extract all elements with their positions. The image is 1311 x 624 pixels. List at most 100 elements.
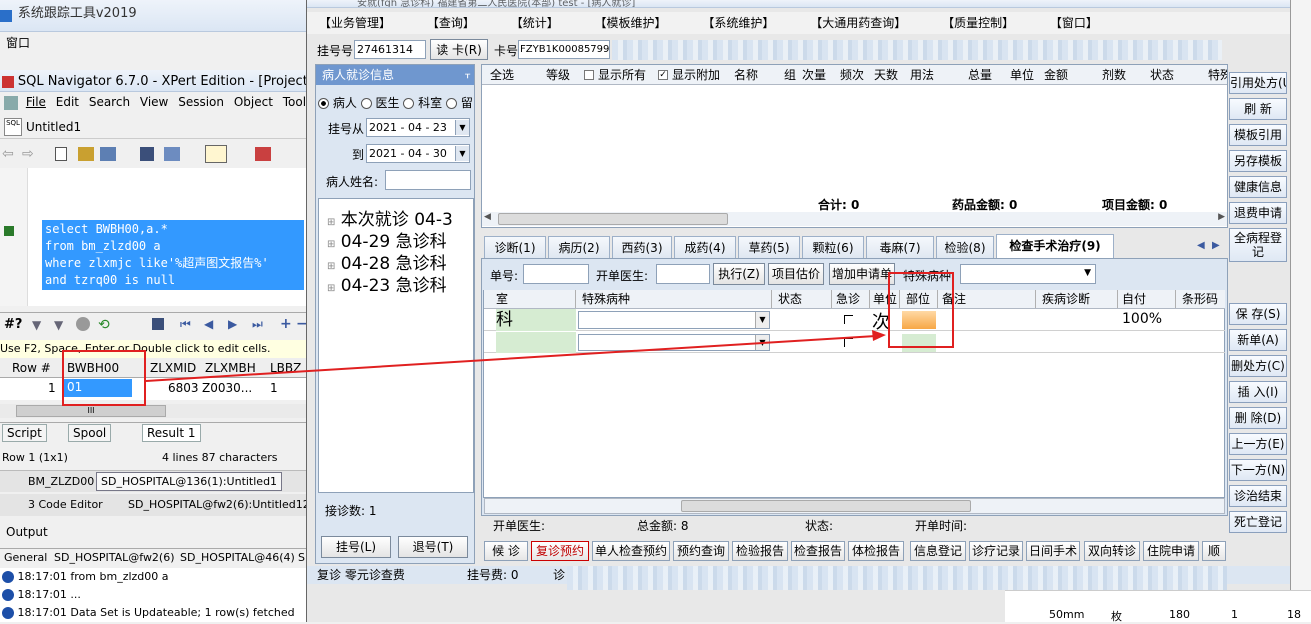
radio-dept-icon[interactable]	[403, 98, 415, 109]
info-register-button[interactable]: 信息登记	[910, 541, 966, 561]
urgent-checkbox-icon[interactable]	[844, 315, 853, 324]
output-tab-general[interactable]: General	[4, 551, 47, 564]
format-icon[interactable]	[205, 145, 227, 163]
exam-row-2[interactable]: ▼	[484, 332, 1225, 353]
tree-expand-icon[interactable]: ⊞	[327, 283, 335, 294]
filter-icon[interactable]: ▼	[32, 318, 41, 332]
date-from-dropdown-icon[interactable]: ▼	[455, 120, 469, 135]
estimate-button[interactable]: 项目估价	[768, 263, 824, 285]
tab-granule[interactable]: 颗粒(6)	[802, 236, 864, 258]
patient-name-input[interactable]	[385, 170, 471, 190]
special-disease-select[interactable]: ▼	[960, 264, 1096, 284]
radio-stay-icon[interactable]	[446, 98, 458, 109]
exam-row-dept[interactable]: 科	[496, 309, 576, 331]
grid-scroll-thumb[interactable]: III	[16, 405, 166, 417]
exam-row-selfpay[interactable]: 100%	[1122, 311, 1162, 327]
radio-stay-label[interactable]: 留	[461, 96, 473, 110]
exam-h-scrollbar[interactable]	[484, 498, 1225, 514]
save-result-icon[interactable]	[152, 318, 164, 330]
full-course-register-button[interactable]: 全病程登记	[1229, 228, 1287, 262]
tab-western-med[interactable]: 西药(3)	[612, 236, 672, 258]
physical-report-button[interactable]: 体检报告	[848, 541, 904, 561]
save-button[interactable]: 保 存(S)	[1229, 303, 1287, 325]
next-record-icon[interactable]: ▶	[228, 317, 237, 331]
menu-view[interactable]: View	[140, 95, 168, 109]
card-input[interactable]: FZYB1K00085799	[518, 40, 610, 59]
prev-record-icon[interactable]: ◀	[204, 317, 213, 331]
exam-scroll-thumb[interactable]	[681, 500, 971, 512]
menu-business[interactable]: 【业务管理】	[319, 16, 391, 30]
menu-window[interactable]: 【窗口】	[1050, 16, 1098, 30]
exam-special-dropdown-icon[interactable]: ▼	[755, 312, 769, 328]
guahao-input[interactable]: 27461314	[354, 40, 426, 59]
health-info-button[interactable]: 健康信息	[1229, 176, 1287, 198]
followup-appt-button[interactable]: 复诊预约	[531, 541, 589, 561]
exam-row-1[interactable]: 科 ▼ 次 100%	[484, 309, 1225, 333]
task-code-editor[interactable]: 3 Code Editor	[28, 498, 103, 511]
run-icon[interactable]	[255, 147, 271, 161]
rx-header-selectall[interactable]: 全选	[490, 65, 514, 84]
pin-icon[interactable]: ᚁ	[465, 65, 470, 85]
menu-tools[interactable]: Tools	[283, 95, 306, 109]
doctor-input[interactable]	[656, 264, 710, 284]
filter-clear-icon[interactable]: ▼	[54, 318, 63, 332]
grid-header-lbbz[interactable]: LBBZ	[270, 361, 301, 375]
exam-row2-dropdown-icon[interactable]: ▼	[755, 335, 769, 350]
menu-session[interactable]: Session	[178, 95, 224, 109]
next-more-button[interactable]: 顺	[1202, 541, 1226, 561]
refund-request-button[interactable]: 退费申请	[1229, 202, 1287, 224]
refresh-button[interactable]: 刷 新	[1229, 98, 1287, 120]
tab-patent-med[interactable]: 成药(4)	[674, 236, 736, 258]
menu-object[interactable]: Object	[234, 95, 273, 109]
show-extra-checkbox[interactable]: ✓	[658, 70, 668, 80]
scroll-right-icon[interactable]: ▶	[1218, 212, 1225, 222]
grid-cell-zlxmid[interactable]: 6803	[168, 381, 199, 395]
grid-cell-zlxmbh[interactable]: Z0030...	[202, 381, 252, 395]
admission-request-button[interactable]: 住院申请	[1143, 541, 1199, 561]
finish-treatment-button[interactable]: 诊治结束	[1229, 485, 1287, 507]
sql-editor[interactable]: select BWBH00,a.* from bm_zlzd00 a where…	[0, 168, 306, 306]
order-no-input[interactable]	[523, 264, 589, 284]
single-exam-appt-button[interactable]: 单人检查预约	[592, 541, 670, 561]
menu-edit[interactable]: Edit	[56, 95, 79, 109]
output-tab-s[interactable]: S	[298, 551, 305, 564]
grid-row-1[interactable]: 1 01 6803 Z0030... 1	[0, 378, 306, 398]
tab-lab[interactable]: 检验(8)	[936, 236, 994, 258]
new-order-button[interactable]: 新单(A)	[1229, 329, 1287, 351]
menu-statistics[interactable]: 【统计】	[511, 16, 559, 30]
insert-button[interactable]: 插 入(I)	[1229, 381, 1287, 403]
tab-spool[interactable]: Spool	[68, 424, 112, 442]
refresh-icon[interactable]: ⟲	[98, 317, 110, 333]
tab-record[interactable]: 病历(2)	[548, 236, 610, 258]
forward-arrow-icon[interactable]: ⇨	[22, 146, 34, 162]
cite-rx-button[interactable]: 引用处方(U)	[1229, 72, 1287, 94]
date-from-input[interactable]: 2021 - 04 - 23 ▼	[366, 118, 470, 137]
rx-scroll-thumb[interactable]	[498, 213, 728, 225]
new-file-icon[interactable]	[55, 147, 67, 161]
task-sd-hospital-fw2[interactable]: SD_HOSPITAL@fw2(6):Untitled12	[128, 498, 306, 511]
exam-row2-dept[interactable]	[496, 332, 576, 353]
rx-header-showall[interactable]: 显示所有	[598, 65, 646, 84]
menu-query[interactable]: 【查询】	[427, 16, 475, 30]
date-to-input[interactable]: 2021 - 04 - 30 ▼	[366, 144, 470, 163]
grid-header-zlxmbh[interactable]: ZLXMBH	[205, 361, 256, 375]
open-icon[interactable]	[78, 147, 94, 161]
save-as-icon[interactable]	[164, 147, 180, 161]
special-disease-dropdown-icon[interactable]: ▼	[1084, 268, 1091, 278]
exam-row2-special-select[interactable]: ▼	[578, 334, 770, 351]
tab-scroll-right-icon[interactable]: ▶	[1212, 240, 1220, 251]
visit-tree[interactable]: ⊞ 本次就诊 04-3 ⊞ 04-29 急诊科 ⊞ 04-28 急诊科 ⊞ 04…	[318, 198, 474, 493]
register-button[interactable]: 挂号(L)	[321, 536, 391, 558]
last-record-icon[interactable]: ⏭	[252, 317, 263, 332]
tab-result-1[interactable]: Result 1	[142, 424, 201, 442]
tree-item-0423[interactable]: ⊞ 04-23 急诊科	[327, 271, 447, 296]
tab-exam-surgery[interactable]: 检查手术治疗(9)	[996, 234, 1114, 258]
referral-button[interactable]: 双向转诊	[1084, 541, 1140, 561]
exam-row-special-select[interactable]: ▼	[578, 311, 770, 329]
date-to-dropdown-icon[interactable]: ▼	[455, 146, 469, 161]
menu-template[interactable]: 【模板维护】	[595, 16, 667, 30]
radio-dept-label[interactable]: 科室	[418, 96, 442, 110]
exam-report-button[interactable]: 检查报告	[791, 541, 845, 561]
tab-narcotic[interactable]: 毒麻(7)	[866, 236, 934, 258]
menu-search[interactable]: Search	[89, 95, 130, 109]
